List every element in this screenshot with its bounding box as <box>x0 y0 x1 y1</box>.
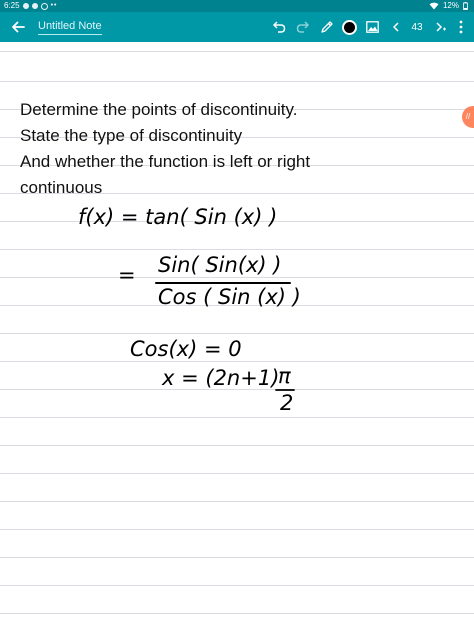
more-notifications-icon: •• <box>50 2 58 9</box>
wifi-icon <box>429 2 439 10</box>
page-number[interactable]: 43 <box>406 18 428 36</box>
more-vert-icon <box>459 20 463 34</box>
pen-icon <box>321 21 333 33</box>
handwritten-denominator: Cos ( Sin (x) ) <box>158 285 301 309</box>
handwritten-two: 2 <box>280 391 293 415</box>
redo-icon <box>296 21 310 33</box>
handwritten-pi: π <box>278 364 291 388</box>
status-time: 6:25 <box>4 1 20 10</box>
handwritten-numerator: Sin( Sin(x) ) <box>158 253 282 277</box>
prev-page-icon <box>392 22 399 32</box>
notification-icon <box>40 2 48 10</box>
redo-button[interactable] <box>294 18 312 36</box>
prev-page-button[interactable] <box>388 18 404 36</box>
status-bar: 6:25 •• 12% <box>0 0 474 12</box>
image-icon <box>365 21 379 33</box>
handwritten-line: x = (2n+1) <box>161 366 279 390</box>
back-arrow-icon <box>12 21 25 33</box>
more-menu-button[interactable] <box>454 18 468 36</box>
next-page-icon <box>436 22 446 32</box>
app-toolbar: Untitled Note 43 <box>0 12 474 42</box>
handwritten-equals: = <box>118 263 136 287</box>
undo-icon <box>272 21 286 33</box>
handwriting-layer: f(x) = tan( Sin (x) ) = Sin( Sin(x) ) Co… <box>78 205 301 415</box>
pen-tool-button[interactable] <box>318 18 336 36</box>
notification-icon <box>22 3 29 9</box>
color-swatch <box>341 19 357 35</box>
back-button[interactable] <box>8 17 28 37</box>
battery-icon <box>463 2 468 10</box>
next-page-button[interactable] <box>432 18 450 36</box>
insert-image-button[interactable] <box>363 18 381 36</box>
pen-color-button[interactable] <box>340 18 358 36</box>
handwritten-line: f(x) = tan( Sin (x) ) <box>78 205 277 229</box>
note-canvas[interactable]: Determine the points of discontinuity. S… <box>0 42 474 632</box>
battery-level: 12% <box>442 1 459 10</box>
note-title[interactable]: Untitled Note <box>38 20 102 35</box>
undo-button[interactable] <box>270 18 288 36</box>
notification-icon <box>31 3 38 9</box>
handwritten-line: Cos(x) = 0 <box>130 337 242 361</box>
